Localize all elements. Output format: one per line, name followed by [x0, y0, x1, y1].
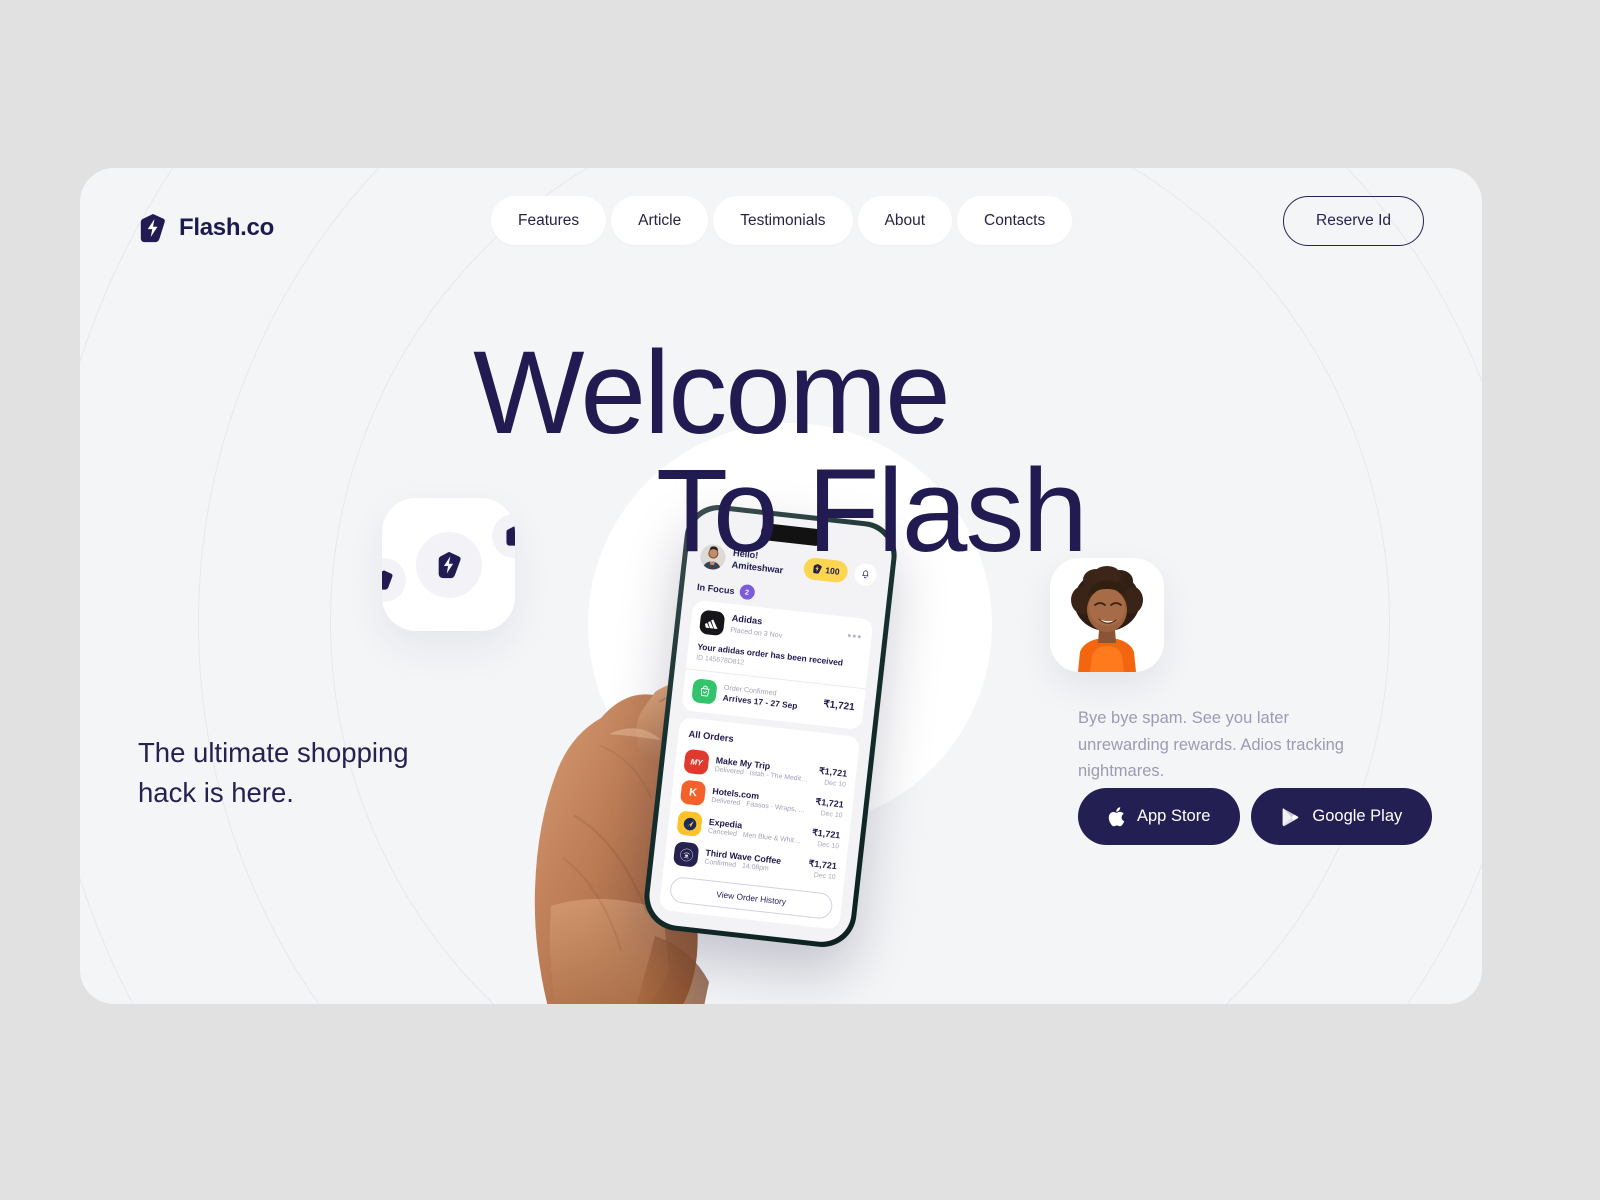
hero-subcopy: Bye bye spam. See you later unrewarding … [1078, 709, 1344, 781]
brand-logo[interactable]: Flash.co [138, 213, 274, 243]
order-date: Dec 10 [816, 840, 840, 851]
flash-bolt-icon [812, 563, 822, 574]
app-header: Hello! Amiteshwar 100 [697, 540, 880, 588]
order-amount-block: ₹1,721 Dec 10 [817, 765, 848, 789]
thirdwavecoffee-logo-icon [672, 841, 700, 868]
main-navigation: Features Article Testimonials About Cont… [491, 196, 1073, 245]
nav-item-features[interactable]: Features [491, 196, 607, 245]
order-date: Dec 10 [813, 871, 836, 882]
in-focus-card[interactable]: Adidas Placed on 3 Nov ••• Your adidas o… [681, 599, 874, 730]
customer-photo-card [1050, 558, 1164, 672]
order-amount-block: ₹1,721 Dec 10 [807, 858, 837, 881]
order-date: Dec 10 [820, 810, 843, 820]
flash-bolt-icon [438, 551, 461, 579]
makemytrip-logo-icon: MY [683, 748, 710, 776]
landing-page-canvas: Flash.co Features Article Testimonials A… [80, 168, 1482, 1004]
order-amount-block: ₹1,721 Dec 10 [810, 827, 841, 851]
order-amount: ₹1,721 [818, 765, 848, 779]
order-detail: 14:08pm [741, 862, 770, 873]
in-focus-count-badge: 2 [738, 583, 756, 601]
order-meta: Hotels.com Delivered Faasos - Wraps, Rol… [711, 786, 809, 815]
order-status: Canceled [707, 827, 738, 839]
in-focus-amount: ₹1,721 [822, 698, 856, 714]
order-amount-block: ₹1,721 Dec 10 [814, 797, 844, 820]
order-meta: Make My Trip Delivered Istah - The Medit… [714, 755, 812, 784]
brand-name: Flash.co [179, 214, 274, 241]
user-avatar[interactable] [699, 543, 727, 571]
logo-card-ring-center [416, 532, 482, 598]
order-status: Delivered [710, 797, 741, 808]
order-amount: ₹1,721 [811, 827, 841, 841]
order-status: Delivered [714, 766, 745, 777]
smiling-woman-photo [1050, 558, 1164, 672]
bag-check-icon [691, 677, 718, 705]
apple-icon [1108, 806, 1125, 827]
phone-screen: Hello! Amiteshwar 100 In Focus 2 Adidas … [646, 506, 895, 946]
flash-bolt-icon [382, 570, 393, 590]
order-tile-letter: K [688, 786, 698, 800]
flash-bolt-icon [138, 213, 168, 243]
hotels-logo-icon: K [679, 779, 707, 807]
nav-item-contacts[interactable]: Contacts [957, 196, 1073, 245]
expedia-logo-icon [676, 810, 703, 837]
in-focus-merchant-meta: Adidas Placed on 3 Nov [730, 613, 842, 646]
bell-icon [862, 570, 869, 578]
order-meta: Third Wave Coffee Confirmed 14:08pm [704, 847, 802, 876]
order-tile-letter: MY [690, 756, 703, 768]
phone-device: Hello! Amiteshwar 100 In Focus 2 Adidas … [640, 501, 901, 951]
order-date: Dec 10 [823, 779, 847, 789]
in-focus-label: In Focus [696, 581, 736, 596]
more-horizontal-icon[interactable]: ••• [847, 626, 864, 644]
screenshot-stage: Flash.co Features Article Testimonials A… [0, 0, 1600, 1200]
order-amount: ₹1,721 [808, 858, 838, 872]
nav-item-about[interactable]: About [857, 196, 953, 245]
coin-balance-badge[interactable]: 100 [802, 556, 849, 584]
nav-item-testimonials[interactable]: Testimonials [713, 196, 853, 245]
hero-tagline: The ultimate shopping hack is here. [138, 737, 409, 808]
notifications-button[interactable] [853, 561, 878, 587]
nav-item-article[interactable]: Article [611, 196, 709, 245]
greeting-text: Hello! Amiteshwar [731, 548, 798, 578]
app-store-button[interactable]: App Store [1078, 788, 1241, 845]
order-meta: Expedia Canceled Men Blue & White S... [707, 817, 805, 846]
all-orders-card: All Orders MY Make My Trip Delivered Ist… [658, 716, 861, 930]
phone-mockup-scene: Hello! Amiteshwar 100 In Focus 2 Adidas … [480, 498, 920, 1004]
in-focus-status-text: Order Confirmed Arrives 17 - 27 Sep [722, 683, 817, 713]
order-amount: ₹1,721 [815, 796, 845, 810]
coin-count: 100 [824, 564, 841, 577]
reserve-id-button[interactable]: Reserve Id [1283, 196, 1424, 246]
google-play-button[interactable]: Google Play [1251, 788, 1433, 845]
store-buttons-row: App Store Google Play [1078, 788, 1433, 845]
flash-app-ui: Hello! Amiteshwar 100 In Focus 2 Adidas … [646, 507, 894, 945]
app-store-label: App Store [1137, 807, 1211, 825]
logo-card-ring-left [382, 558, 406, 602]
adidas-logo-icon [698, 609, 726, 637]
google-play-icon [1281, 807, 1300, 827]
site-header: Flash.co Features Article Testimonials A… [80, 168, 1482, 288]
google-play-label: Google Play [1312, 807, 1403, 825]
